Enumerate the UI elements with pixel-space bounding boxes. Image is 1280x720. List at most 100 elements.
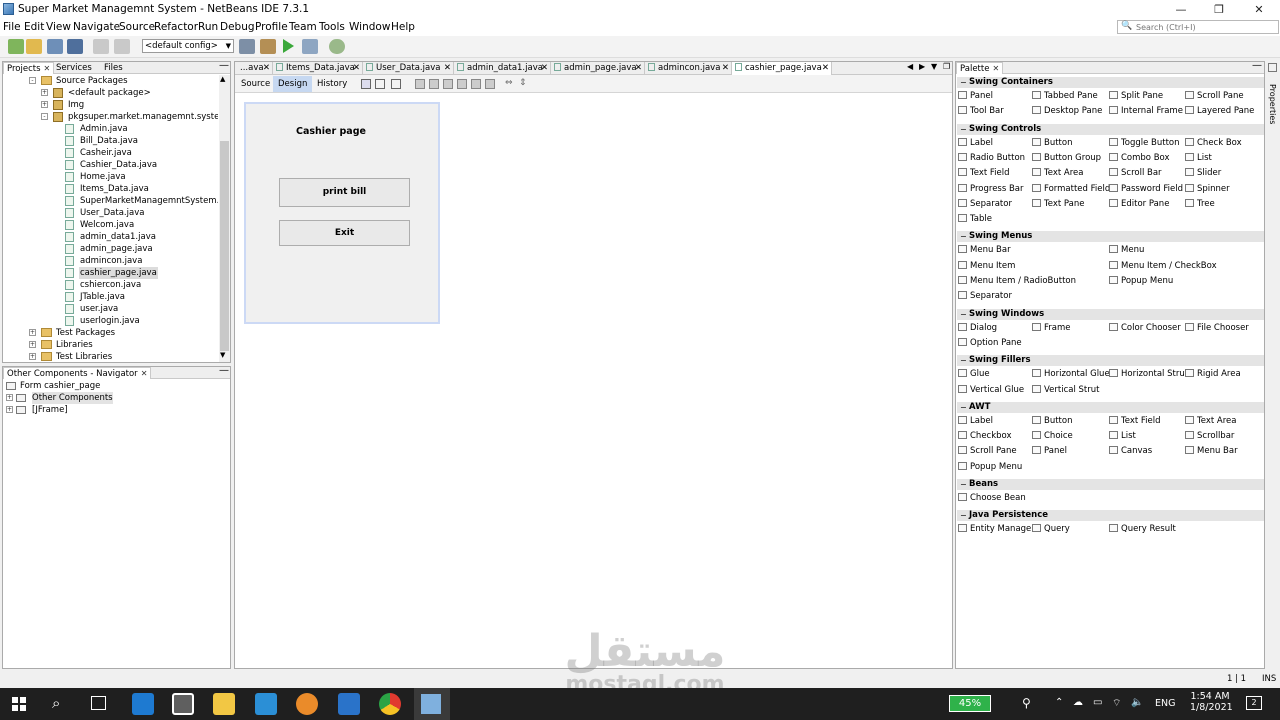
menu-navigate[interactable]: Navigate bbox=[73, 21, 120, 33]
menu-help[interactable]: Help bbox=[391, 21, 415, 33]
tree-item[interactable]: Bill_Data.java bbox=[3, 135, 218, 147]
build-icon[interactable] bbox=[239, 39, 255, 54]
tab-navigator[interactable]: Other Components - Navigator ✕ bbox=[3, 367, 152, 379]
expand-icon[interactable]: + bbox=[29, 353, 36, 360]
close-icon[interactable]: ✕ bbox=[141, 369, 148, 378]
menu-window[interactable]: Window bbox=[349, 21, 390, 33]
editor-tab[interactable]: admincon.java ✕ bbox=[645, 62, 732, 75]
wifi-icon[interactable]: ⌔ bbox=[1112, 697, 1121, 710]
tab-files[interactable]: Files bbox=[101, 62, 126, 74]
change-vertical-resizability-icon[interactable]: ⇕ bbox=[519, 78, 527, 88]
palette-item[interactable]: Split Pane bbox=[1109, 91, 1163, 101]
properties-sidebar[interactable]: Properties bbox=[1266, 61, 1280, 669]
expand-icon[interactable]: + bbox=[41, 101, 48, 108]
palette-item[interactable]: Frame bbox=[1032, 322, 1070, 333]
editor-tab[interactable]: admin_page.java ✕ bbox=[551, 62, 645, 75]
palette-section-header[interactable]: − Swing Containers bbox=[957, 77, 1264, 88]
palette-item[interactable]: Entity Manager bbox=[958, 524, 1035, 534]
palette-item[interactable]: Spinner bbox=[1185, 183, 1230, 194]
tree-item[interactable]: Casheir.java bbox=[3, 147, 218, 159]
palette-item[interactable]: Dialog bbox=[958, 322, 997, 333]
tree-item[interactable]: admin_data1.java bbox=[3, 231, 218, 243]
collapse-icon[interactable]: − bbox=[960, 402, 967, 413]
store-icon[interactable] bbox=[172, 693, 194, 715]
palette-item[interactable]: Scrollbar bbox=[1185, 431, 1234, 441]
palette-item[interactable]: Rigid Area bbox=[1185, 369, 1241, 379]
expand-icon[interactable]: + bbox=[29, 341, 36, 348]
menu-tools[interactable]: Tools bbox=[319, 21, 345, 33]
properties-icon[interactable] bbox=[1268, 63, 1277, 72]
tree-item[interactable]: + <default package> bbox=[3, 87, 218, 99]
palette-item[interactable]: Separator bbox=[958, 198, 1012, 209]
save-all-icon[interactable] bbox=[67, 39, 83, 54]
close-icon[interactable]: ✕ bbox=[263, 62, 270, 75]
collapse-icon[interactable]: − bbox=[960, 355, 967, 366]
editor-tab[interactable]: admin_data1.java ✕ bbox=[454, 62, 551, 75]
debug-icon[interactable] bbox=[302, 39, 318, 54]
palette-item[interactable]: Checkbox bbox=[958, 431, 1012, 441]
palette-item[interactable]: Option Pane bbox=[958, 337, 1022, 348]
collapse-icon[interactable]: − bbox=[960, 510, 967, 521]
tree-item[interactable]: + Test Libraries bbox=[3, 351, 218, 362]
palette-item[interactable]: Check Box bbox=[1185, 137, 1242, 148]
palette-item[interactable]: Panel bbox=[958, 91, 993, 101]
palette-item[interactable]: Vertical Glue bbox=[958, 384, 1024, 395]
palette-item[interactable]: Tool Bar bbox=[958, 106, 1004, 116]
tab-services[interactable]: Services bbox=[53, 62, 95, 74]
tree-item[interactable]: admin_page.java bbox=[3, 243, 218, 255]
tree-item[interactable]: Items_Data.java bbox=[3, 183, 218, 195]
collapse-icon[interactable]: − bbox=[960, 124, 967, 135]
scroll-right-icon[interactable]: ▶ bbox=[919, 62, 925, 71]
align-bottom-icon[interactable] bbox=[471, 79, 481, 89]
properties-label[interactable]: Properties bbox=[1268, 84, 1277, 124]
palette-item[interactable]: Button bbox=[1032, 137, 1072, 148]
palette-section-header[interactable]: − Swing Menus bbox=[957, 231, 1264, 243]
tree-item[interactable]: cashier_page.java bbox=[3, 267, 218, 279]
align-left-icon[interactable] bbox=[415, 79, 425, 89]
palette-item[interactable]: Scroll Pane bbox=[1185, 91, 1244, 101]
project-tree-scrollbar[interactable]: ▲ ▼ bbox=[219, 75, 230, 362]
menu-profile[interactable]: Profile bbox=[255, 21, 288, 33]
clean-build-icon[interactable] bbox=[260, 39, 276, 54]
minimize-panel-icon[interactable]: — bbox=[219, 60, 229, 71]
palette-item[interactable]: Popup Menu bbox=[1109, 276, 1173, 286]
palette-item[interactable]: Choice bbox=[1032, 431, 1073, 441]
palette-item[interactable]: Menu Item / CheckBox bbox=[1109, 260, 1217, 271]
close-icon[interactable]: ✕ bbox=[722, 62, 729, 75]
minimize-button[interactable]: — bbox=[1162, 0, 1200, 19]
palette-item[interactable]: Password Field bbox=[1109, 183, 1183, 194]
palette-item[interactable]: Text Field bbox=[1109, 415, 1161, 426]
app-l-icon[interactable] bbox=[255, 693, 277, 715]
chrome-icon[interactable] bbox=[379, 693, 401, 715]
palette-item[interactable]: Label bbox=[958, 137, 993, 148]
tree-item[interactable]: user.java bbox=[3, 303, 218, 315]
menu-source[interactable]: Source bbox=[119, 21, 155, 33]
center-horizontally-icon[interactable] bbox=[443, 79, 453, 89]
windows-start-icon[interactable] bbox=[12, 697, 26, 711]
palette-item[interactable]: Glue bbox=[958, 369, 990, 379]
palette-item[interactable]: Label bbox=[958, 415, 993, 426]
expand-icon[interactable]: + bbox=[6, 406, 13, 413]
palette-item[interactable]: Text Field bbox=[958, 168, 1010, 178]
palette-item[interactable]: Separator bbox=[958, 291, 1012, 301]
tree-item[interactable]: userlogin.java bbox=[3, 315, 218, 327]
palette-item[interactable]: Tabbed Pane bbox=[1032, 91, 1098, 101]
tree-item[interactable]: + Libraries bbox=[3, 339, 218, 351]
palette-item[interactable]: Text Area bbox=[1185, 415, 1236, 426]
palette-item[interactable]: Horizontal Glue bbox=[1032, 369, 1110, 379]
palette-item[interactable]: Tree bbox=[1185, 198, 1215, 209]
volume-icon[interactable]: 🔈 bbox=[1131, 697, 1143, 708]
task-view-icon[interactable] bbox=[91, 696, 106, 710]
palette-item[interactable]: Editor Pane bbox=[1109, 198, 1169, 209]
scrollbar-thumb[interactable] bbox=[220, 141, 229, 351]
palette-item[interactable]: Menu Bar bbox=[958, 245, 1011, 255]
cashier-page-label[interactable]: Cashier page bbox=[296, 126, 366, 137]
palette-item[interactable]: Text Area bbox=[1032, 168, 1083, 178]
preview-design-icon[interactable] bbox=[391, 79, 401, 89]
expand-icon[interactable]: + bbox=[41, 89, 48, 96]
tab-history[interactable]: History bbox=[312, 76, 352, 92]
tree-item[interactable]: + Img bbox=[3, 99, 218, 111]
palette-item[interactable]: Choose Bean bbox=[958, 493, 1026, 503]
palette-item[interactable]: Query Result bbox=[1109, 524, 1176, 534]
palette-item[interactable]: Menu Item / RadioButton bbox=[958, 276, 1076, 286]
